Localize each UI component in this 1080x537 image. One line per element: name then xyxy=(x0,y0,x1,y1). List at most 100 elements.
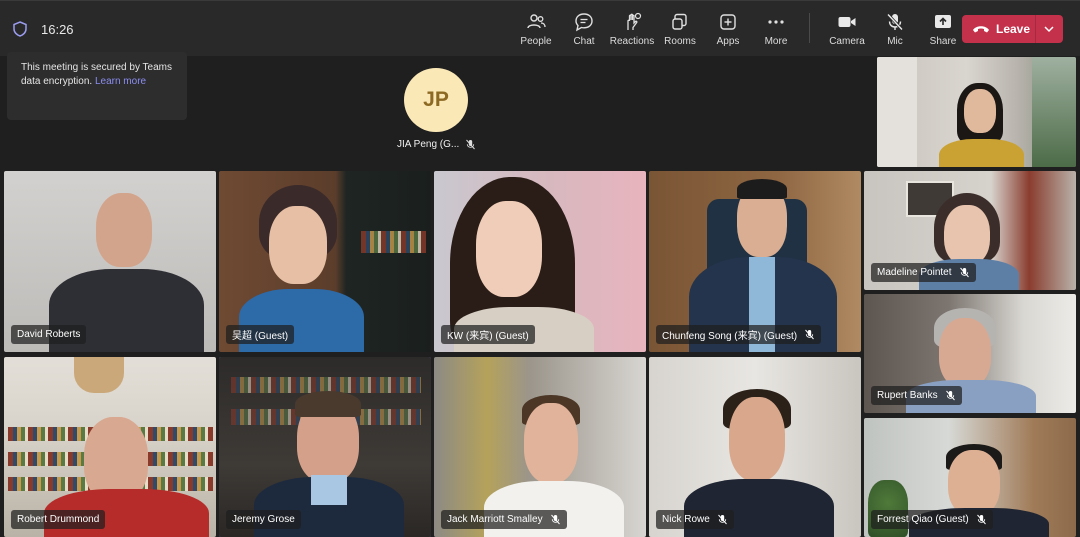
more-button[interactable]: More xyxy=(752,9,800,51)
reactions-label: Reactions xyxy=(609,36,655,47)
participant-name: Forrest Qiao (Guest) xyxy=(877,514,969,525)
chat-label: Chat xyxy=(573,36,595,47)
person-head xyxy=(939,318,991,388)
people-icon xyxy=(527,14,546,29)
participant-name: Madeline Pointet xyxy=(877,267,952,278)
participant-tile-madeline-pointet[interactable]: Madeline Pointet xyxy=(864,171,1076,290)
participant-tile-jack-marriott-smalley[interactable]: Jack Marriott Smalley xyxy=(434,357,646,537)
apps-label: Apps xyxy=(716,36,740,47)
mic-muted-icon xyxy=(466,139,475,150)
name-tag: David Roberts xyxy=(11,325,87,344)
mic-label: Mic xyxy=(887,36,903,47)
participant-name: Nick Rowe xyxy=(662,514,710,525)
name-tag: Jack Marriott Smalley xyxy=(441,510,567,529)
participant-name: Robert Drummond xyxy=(17,514,100,525)
participant-name: KW (来宾) (Guest) xyxy=(447,331,529,342)
camera-label: Camera xyxy=(829,36,865,47)
name-tag: Rupert Banks xyxy=(871,386,962,405)
name-tag: Robert Drummond xyxy=(11,510,106,529)
participant-tile-david-roberts[interactable]: David Roberts xyxy=(4,171,216,352)
apps-button[interactable]: Apps xyxy=(704,9,752,51)
person-body xyxy=(939,139,1024,167)
learn-more-link[interactable]: Learn more xyxy=(95,76,146,87)
rooms-icon xyxy=(672,13,687,30)
participant-name: Chunfeng Song (来宾) (Guest) xyxy=(662,331,798,342)
share-label: Share xyxy=(929,36,957,47)
leave-label: Leave xyxy=(996,22,1031,36)
person-head xyxy=(96,193,152,267)
more-label: More xyxy=(764,36,788,47)
toolbar-divider xyxy=(809,13,810,43)
chevron-down-icon[interactable] xyxy=(1042,23,1056,35)
participant-tile-robert-drummond[interactable]: Robert Drummond xyxy=(4,357,216,537)
person-head xyxy=(476,201,542,297)
share-icon xyxy=(935,15,951,28)
people-button[interactable]: People xyxy=(512,9,560,51)
participant-name: Rupert Banks xyxy=(877,390,938,401)
mic-muted-icon xyxy=(717,514,727,525)
participant-tile-nick-rowe[interactable]: Nick Rowe xyxy=(649,357,861,537)
chat-icon xyxy=(575,13,593,32)
meeting-toolbar: 16:26 People Chat Reactions Rooms Apps M… xyxy=(0,0,1080,56)
mic-muted-icon xyxy=(959,267,969,278)
mic-off-icon xyxy=(886,13,904,31)
name-tag: KW (来宾) (Guest) xyxy=(441,325,535,344)
window-frame xyxy=(1032,57,1076,167)
person-head xyxy=(524,403,578,483)
mic-muted-icon xyxy=(976,514,986,525)
name-tag: Chunfeng Song (来宾) (Guest) xyxy=(656,325,822,344)
camera-button[interactable]: Camera xyxy=(819,9,875,51)
person-hair xyxy=(295,391,361,417)
avatar-participant[interactable]: JP JIA Peng (G... xyxy=(390,68,485,158)
leave-button[interactable]: Leave xyxy=(962,15,1063,43)
encryption-notice: This meeting is secured by Teams data en… xyxy=(7,52,187,120)
participant-name: 吴超 (Guest) xyxy=(232,331,289,342)
leave-separator xyxy=(1035,15,1036,43)
rooms-label: Rooms xyxy=(664,36,696,47)
more-icon xyxy=(768,20,784,24)
participant-name: JIA Peng (G... xyxy=(397,139,460,150)
lamp-shade xyxy=(74,357,124,393)
teams-meeting-window: 16:26 People Chat Reactions Rooms Apps M… xyxy=(0,0,1080,537)
participant-tile-wu-chao[interactable]: 吴超 (Guest) xyxy=(219,171,431,352)
camera-icon xyxy=(838,17,856,27)
participant-tile-forrest-qiao[interactable]: Forrest Qiao (Guest) xyxy=(864,418,1076,537)
participant-tile-kw[interactable]: KW (来宾) (Guest) xyxy=(434,171,646,352)
person-head xyxy=(964,89,996,133)
meeting-timer: 16:26 xyxy=(41,22,74,37)
self-view-video[interactable] xyxy=(877,57,1076,167)
wall-shadow xyxy=(877,57,917,167)
name-tag: Madeline Pointet xyxy=(871,263,976,282)
person-head xyxy=(729,397,785,481)
person-head xyxy=(269,206,327,284)
person-head xyxy=(948,450,1000,516)
participant-name: David Roberts xyxy=(17,329,81,340)
participant-name: Jack Marriott Smalley xyxy=(447,514,543,525)
name-tag: 吴超 (Guest) xyxy=(226,325,295,344)
person-shirt xyxy=(311,475,347,505)
participant-tile-jeremy-grose[interactable]: Jeremy Grose xyxy=(219,357,431,537)
mic-muted-icon xyxy=(945,390,955,401)
mic-button[interactable]: Mic xyxy=(875,9,915,51)
name-tag: Jeremy Grose xyxy=(226,510,301,529)
avatar: JP xyxy=(404,68,468,132)
rooms-button[interactable]: Rooms xyxy=(656,9,704,51)
person-hair xyxy=(737,179,787,199)
people-label: People xyxy=(520,36,552,47)
reactions-icon xyxy=(627,12,642,30)
mic-muted-icon xyxy=(805,329,814,340)
toolbar-actions: People Chat Reactions Rooms Apps More Ca… xyxy=(512,9,971,51)
hang-up-icon xyxy=(973,26,989,33)
participant-tile-rupert-banks[interactable]: Rupert Banks xyxy=(864,294,1076,413)
participant-tile-chunfeng-song[interactable]: Chunfeng Song (来宾) (Guest) xyxy=(649,171,861,352)
person-head xyxy=(944,205,990,265)
chat-button[interactable]: Chat xyxy=(560,9,608,51)
apps-icon xyxy=(720,14,736,30)
mic-muted-icon xyxy=(550,514,560,525)
bookshelf xyxy=(361,231,426,253)
participant-name: Jeremy Grose xyxy=(232,514,295,525)
shield-icon[interactable] xyxy=(13,21,27,37)
reactions-button[interactable]: Reactions xyxy=(608,9,656,51)
name-tag: Nick Rowe xyxy=(656,510,734,529)
name-tag: Forrest Qiao (Guest) xyxy=(871,510,993,529)
